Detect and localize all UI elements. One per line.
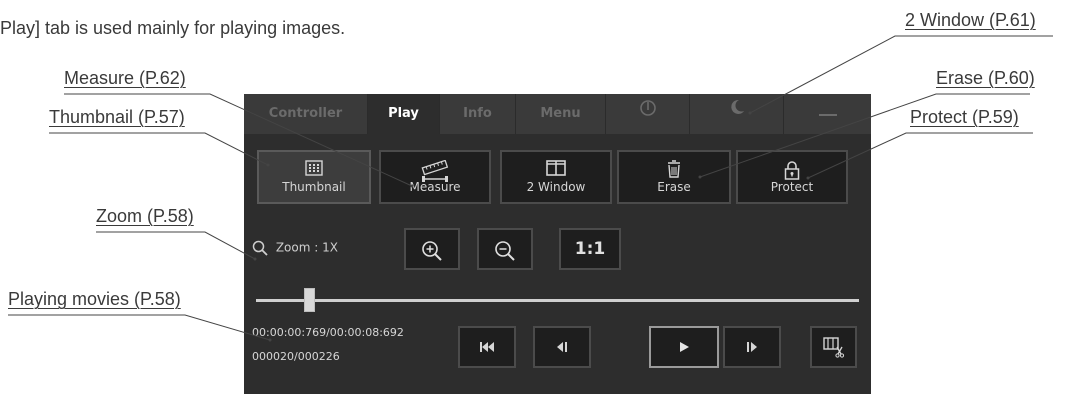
skip-to-start-icon [460, 341, 514, 356]
ruler-icon [381, 159, 489, 182]
tab-power[interactable] [606, 94, 690, 134]
thumbnail-label: Thumbnail [282, 180, 346, 194]
leader-playing-movies [8, 314, 271, 341]
actual-size-label: 1:1 [574, 239, 606, 259]
callout-2-window: 2 Window (P.61) [905, 10, 1036, 30]
zoom-in-icon [406, 240, 458, 267]
thumbnail-button[interactable]: Thumbnail [257, 150, 371, 204]
callout-measure: Measure (P.62) [64, 68, 186, 88]
step-forward-button[interactable] [723, 326, 781, 368]
zoom-level-text: Zoom : 1X [275, 240, 338, 255]
step-back-icon [535, 341, 589, 356]
leader-thumbnail [49, 132, 269, 166]
zoom-indicator: Zoom : 1X [252, 240, 338, 256]
lock-icon [738, 160, 846, 180]
time-readout: 00:00:00:769/00:00:08:692 [252, 326, 404, 339]
tab-play[interactable]: Play [368, 94, 440, 134]
magnifier-icon [252, 240, 276, 256]
frame-readout: 000020/000226 [252, 350, 340, 363]
intro-text: Play] tab is used mainly for playing ima… [0, 18, 346, 38]
trash-icon [619, 160, 729, 180]
split-window-icon [502, 160, 610, 180]
2-window-label: 2 Window [526, 180, 586, 194]
step-forward-icon [725, 341, 779, 356]
callout-playing-movies: Playing movies (P.58) [8, 289, 181, 309]
erase-button[interactable]: Erase [617, 150, 731, 204]
play-icon [651, 341, 717, 356]
measure-button[interactable]: Measure [379, 150, 491, 204]
clip-cut-icon [812, 336, 855, 361]
play-panel: Controller Play Info Menu Thumbnail Meas… [244, 94, 871, 394]
clip-cut-button[interactable] [810, 326, 857, 368]
zoom-out-button[interactable] [477, 228, 533, 270]
actual-size-button[interactable]: 1:1 [559, 228, 621, 270]
tab-controller[interactable]: Controller [244, 94, 368, 134]
callout-protect: Protect (P.59) [910, 107, 1019, 127]
tab-night-mode[interactable] [690, 94, 784, 134]
seek-track[interactable] [256, 299, 859, 302]
tab-menu[interactable]: Menu [516, 94, 606, 134]
power-icon [639, 94, 657, 134]
tab-info[interactable]: Info [440, 94, 516, 134]
leader-zoom [96, 231, 256, 260]
callout-thumbnail: Thumbnail (P.57) [49, 107, 185, 127]
moon-icon [727, 94, 747, 134]
2-window-button[interactable]: 2 Window [500, 150, 612, 204]
zoom-out-icon [479, 240, 531, 267]
erase-label: Erase [657, 180, 691, 194]
play-button[interactable] [649, 326, 719, 368]
step-back-button[interactable] [533, 326, 591, 368]
grid-icon [259, 160, 369, 180]
minimize-icon [817, 94, 839, 134]
callout-zoom: Zoom (P.58) [96, 206, 194, 226]
callout-erase: Erase (P.60) [936, 68, 1035, 88]
protect-button[interactable]: Protect [736, 150, 848, 204]
protect-label: Protect [770, 180, 814, 194]
tab-minimize[interactable] [784, 94, 871, 134]
tab-bar: Controller Play Info Menu [244, 94, 871, 134]
skip-to-start-button[interactable] [458, 326, 516, 368]
zoom-in-button[interactable] [404, 228, 460, 270]
seek-handle[interactable] [303, 288, 315, 312]
measure-label: Measure [409, 180, 461, 194]
